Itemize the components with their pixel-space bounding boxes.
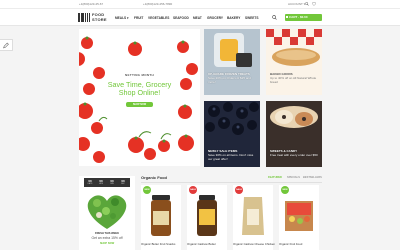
nav-item-vegetables[interactable]: VEGETABLES (148, 16, 169, 20)
cart-button[interactable]: CART · $0.00 (285, 14, 322, 21)
nav-item-grocery[interactable]: GROCERY (207, 16, 223, 20)
promo-tile-baked-goods[interactable]: BAKED GOODS Up to 40% off on All Natural… (266, 29, 322, 95)
tile-4-subtitle: Free treat with every order over $50 (270, 153, 318, 157)
product-name[interactable]: Organic Butter Fruit Snacks (141, 242, 187, 246)
product-card[interactable]: NEW Organic Butter Fruit Snacks (141, 185, 181, 250)
customize-tab[interactable] (0, 39, 13, 51)
pencil-icon (3, 42, 9, 49)
nav-item-seafood[interactable]: SEAFOOD (173, 16, 189, 20)
tile-1-subtitle: Save 20% on Orders of $25 and more! (208, 76, 251, 84)
nav-item-fruit[interactable]: FRUIT (134, 16, 143, 20)
hero-title-line-2: Shop Online! (118, 88, 161, 98)
wishlist-link[interactable] (312, 2, 316, 7)
cart-icon (286, 16, 289, 19)
section-divider (141, 182, 322, 183)
section-title-organic-food: Organic Food (141, 175, 167, 180)
nav-item-meat[interactable]: MEAT (193, 16, 202, 20)
tile-1-image (204, 29, 260, 95)
countdown-hours: 00 HRS (99, 179, 103, 185)
countdown-days: 00 DAYS (87, 179, 93, 185)
phone-number-2: +1(800)123-456-7890 (143, 2, 173, 6)
top-info-bar: +1(800)123-45-67 +1(800)123-456-7890 ACC… (0, 0, 400, 9)
product-card[interactable]: SALE Organic Cashew Cheese Chicken (233, 185, 275, 250)
product-name[interactable]: Organic Fruit Food (279, 242, 325, 246)
countdown-promo[interactable]: 00 DAYS 00 HRS 00 MIN 00 SEC FRESH THIS WEEK… (79, 176, 135, 250)
nav-item-sweets[interactable]: SWEETS (245, 16, 258, 20)
promo-tile-frozen-treats[interactable]: UP-GRADE FROZEN TREATS Save 20% on Order… (204, 29, 260, 95)
tile-3-subtitle: Save 30% on all items. Don't miss our gr… (208, 153, 254, 161)
account-menu[interactable]: ACCOUNT ▾ (288, 2, 305, 6)
promo-subtitle: Get an extra 15% off (91, 236, 123, 240)
countdown-minutes: 00 MIN (110, 179, 114, 185)
promo-tile-sweets[interactable]: SWEETS & CANDY Free treat with every ord… (266, 101, 322, 167)
promo-tile-sale-items[interactable]: NEWLY SALE ITEMS Save 30% on all items. … (204, 101, 260, 167)
main-header: FOOD STORE MEALS ▾ FRUIT VEGETABLES SEAF… (0, 9, 400, 26)
product-image-bag (242, 197, 264, 235)
search-link[interactable] (305, 2, 309, 7)
promo-title: FRESH THIS WEEK (95, 232, 119, 235)
cart-label: CART · $0.00 (289, 15, 308, 19)
search-icon (305, 2, 309, 6)
tab-featured[interactable]: FEATURED (268, 176, 282, 179)
tab-bestsellers[interactable]: BESTSELLERS (303, 176, 322, 179)
promo-shop-link[interactable]: SHOP NOW (79, 242, 135, 245)
tile-2-image (266, 29, 322, 95)
product-card[interactable]: NEW Organic Fruit Food (279, 185, 319, 250)
product-image-jar (197, 195, 217, 236)
product-card[interactable]: SALE Organic Cashew Butter (187, 185, 227, 250)
product-image-gift-box (285, 201, 313, 231)
heart-icon (312, 2, 316, 6)
logo-barcode-icon[interactable] (78, 13, 90, 22)
product-image-jar (151, 195, 171, 236)
countdown-timer: 00 DAYS 00 HRS 00 MIN 00 SEC (84, 178, 130, 187)
logo-line-2: STORE (92, 16, 107, 22)
tile-2-subtitle: Up to 40% off on All Natural Whole bread (270, 76, 317, 84)
logo-text[interactable]: FOOD STORE (92, 12, 107, 22)
hero-title: Save Time, Grocery Shop Online! (79, 80, 200, 98)
hero-shop-now-button[interactable]: SHOP NOW (126, 102, 153, 107)
hero-slider[interactable]: NETTING MONTH Save Time, Grocery Shop On… (79, 29, 200, 166)
search-icon[interactable] (272, 15, 277, 20)
hero-kicker: NETTING MONTH (125, 73, 154, 77)
countdown-seconds: 00 SEC (121, 179, 125, 185)
nav-item-bakery[interactable]: BAKERY (227, 16, 240, 20)
tab-specials[interactable]: SPECIALS (287, 176, 300, 179)
vegetable-heart-image (87, 195, 127, 229)
product-name[interactable]: Organic Cashew Butter (187, 242, 233, 246)
nav-item-meals[interactable]: MEALS ▾ (115, 16, 129, 20)
product-name[interactable]: Organic Cashew Cheese Chicken (233, 242, 279, 246)
phone-number-1: +1(800)123-45-67 (79, 2, 104, 6)
